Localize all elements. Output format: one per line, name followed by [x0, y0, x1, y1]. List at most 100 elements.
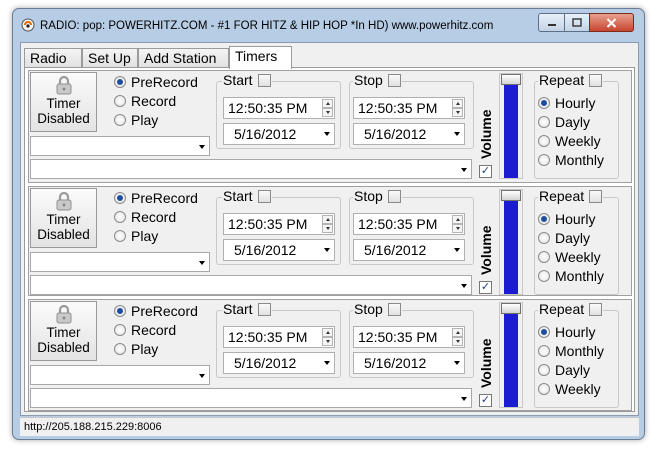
- mode-prerecord-radio[interactable]: PreRecord: [114, 303, 198, 319]
- spin-up-icon[interactable]: [452, 328, 463, 337]
- timer-toggle-button[interactable]: Timer Disabled: [30, 188, 97, 248]
- stop-time-spinner[interactable]: [452, 99, 463, 117]
- tab-set-up[interactable]: Set Up: [82, 48, 138, 68]
- radio-dot: [114, 324, 126, 336]
- spin-up-icon[interactable]: [322, 215, 333, 224]
- repeat-checkbox[interactable]: [589, 302, 603, 316]
- station-dropdown[interactable]: [30, 136, 210, 156]
- start-checkbox[interactable]: [257, 189, 271, 203]
- start-checkbox[interactable]: [257, 73, 271, 87]
- radio-dot: [538, 135, 550, 147]
- start-label-text: Start: [223, 301, 253, 317]
- stop-time-spinner[interactable]: [452, 328, 463, 346]
- start-time-spinner[interactable]: [322, 328, 333, 346]
- radio-dot: [114, 76, 126, 88]
- spin-down-icon[interactable]: [452, 108, 463, 117]
- repeat-option-radio[interactable]: Dayly: [538, 114, 590, 130]
- tab-radio[interactable]: Radio: [24, 48, 82, 68]
- repeat-option-radio[interactable]: Weekly: [538, 381, 601, 397]
- repeat-option-radio[interactable]: Weekly: [538, 133, 601, 149]
- repeat-checkbox[interactable]: [589, 189, 603, 203]
- stop-checkbox[interactable]: [387, 73, 401, 87]
- volume-checkbox[interactable]: ✓: [479, 165, 492, 178]
- spin-down-icon[interactable]: [452, 337, 463, 346]
- spin-down-icon[interactable]: [322, 224, 333, 233]
- start-time-field[interactable]: 12:50:35 PM: [223, 213, 335, 235]
- spin-down-icon[interactable]: [452, 224, 463, 233]
- start-time-spinner[interactable]: [322, 215, 333, 233]
- close-button[interactable]: [589, 13, 634, 32]
- mode-record-radio[interactable]: Record: [114, 209, 176, 225]
- file-dropdown[interactable]: [30, 388, 472, 408]
- spin-up-icon[interactable]: [452, 215, 463, 224]
- repeat-option-radio[interactable]: Weekly: [538, 249, 601, 265]
- timer-button-line2: Disabled: [37, 227, 90, 242]
- stop-date-picker[interactable]: 5/16/2012: [353, 239, 465, 261]
- start-time-spinner[interactable]: [322, 99, 333, 117]
- mode-play-radio[interactable]: Play: [114, 112, 158, 128]
- chevron-down-icon: [324, 248, 330, 252]
- mode-play-radio[interactable]: Play: [114, 341, 158, 357]
- spin-up-icon[interactable]: [322, 328, 333, 337]
- minimize-button[interactable]: [538, 13, 565, 32]
- repeat-option-radio[interactable]: Hourly: [538, 324, 595, 340]
- repeat-option-radio[interactable]: Hourly: [538, 95, 595, 111]
- stop-time-field[interactable]: 12:50:35 PM: [353, 326, 465, 348]
- mode-label: Play: [131, 112, 159, 128]
- mode-label: Record: [131, 93, 177, 109]
- volume-checkbox[interactable]: ✓: [479, 394, 492, 407]
- repeat-option-radio[interactable]: Dayly: [538, 362, 590, 378]
- spin-up-icon[interactable]: [452, 99, 463, 108]
- file-dropdown[interactable]: [30, 159, 472, 179]
- stop-checkbox[interactable]: [387, 189, 401, 203]
- station-dropdown[interactable]: [30, 365, 210, 385]
- start-checkbox[interactable]: [257, 302, 271, 316]
- stop-time-field[interactable]: 12:50:35 PM: [353, 213, 465, 235]
- stop-time-field[interactable]: 12:50:35 PM: [353, 97, 465, 119]
- repeat-option-radio[interactable]: Monthly: [538, 268, 604, 284]
- timer-toggle-button[interactable]: Timer Disabled: [30, 301, 97, 361]
- station-dropdown[interactable]: [30, 252, 210, 272]
- volume-slider[interactable]: [499, 302, 523, 408]
- mode-play-radio[interactable]: Play: [114, 228, 158, 244]
- file-dropdown[interactable]: [30, 275, 472, 295]
- spin-down-icon[interactable]: [322, 108, 333, 117]
- mode-label: Play: [131, 228, 159, 244]
- volume-slider[interactable]: [499, 73, 523, 179]
- title-bar[interactable]: RADIO: pop: POWERHITZ.COM - #1 FOR HITZ …: [13, 9, 644, 35]
- volume-checkbox[interactable]: ✓: [479, 281, 492, 294]
- volume-slider-thumb[interactable]: [501, 190, 521, 201]
- stop-date-picker[interactable]: 5/16/2012: [353, 123, 465, 145]
- mode-prerecord-radio[interactable]: PreRecord: [114, 190, 198, 206]
- mode-prerecord-radio[interactable]: PreRecord: [114, 74, 198, 90]
- client-area: Radio Set Up Add Station Timers Timer Di…: [20, 42, 639, 416]
- mode-record-radio[interactable]: Record: [114, 322, 176, 338]
- repeat-checkbox[interactable]: [589, 73, 603, 87]
- repeat-option-radio[interactable]: Monthly: [538, 152, 604, 168]
- mode-record-radio[interactable]: Record: [114, 93, 176, 109]
- volume-slider-thumb[interactable]: [501, 303, 521, 314]
- volume-slider-thumb[interactable]: [501, 74, 521, 85]
- timer-toggle-button[interactable]: Timer Disabled: [30, 72, 97, 132]
- close-icon: [606, 17, 617, 28]
- spin-down-icon[interactable]: [322, 337, 333, 346]
- stop-date-picker[interactable]: 5/16/2012: [353, 352, 465, 374]
- repeat-option-radio[interactable]: Hourly: [538, 211, 595, 227]
- start-time-field[interactable]: 12:50:35 PM: [223, 97, 335, 119]
- start-time-field[interactable]: 12:50:35 PM: [223, 326, 335, 348]
- repeat-option-radio[interactable]: Monthly: [538, 343, 604, 359]
- spin-up-icon[interactable]: [322, 99, 333, 108]
- chevron-down-icon: [324, 132, 330, 136]
- maximize-button[interactable]: [564, 13, 590, 32]
- volume-slider[interactable]: [499, 189, 523, 295]
- tab-timers[interactable]: Timers: [229, 46, 292, 69]
- tab-add-station[interactable]: Add Station: [138, 48, 229, 68]
- radio-dot: [538, 97, 550, 109]
- start-date-picker[interactable]: 5/16/2012: [223, 352, 335, 374]
- repeat-option-radio[interactable]: Dayly: [538, 230, 590, 246]
- stop-checkbox[interactable]: [387, 302, 401, 316]
- start-date-picker[interactable]: 5/16/2012: [223, 123, 335, 145]
- stop-time-spinner[interactable]: [452, 215, 463, 233]
- start-date-picker[interactable]: 5/16/2012: [223, 239, 335, 261]
- radio-dot: [538, 154, 550, 166]
